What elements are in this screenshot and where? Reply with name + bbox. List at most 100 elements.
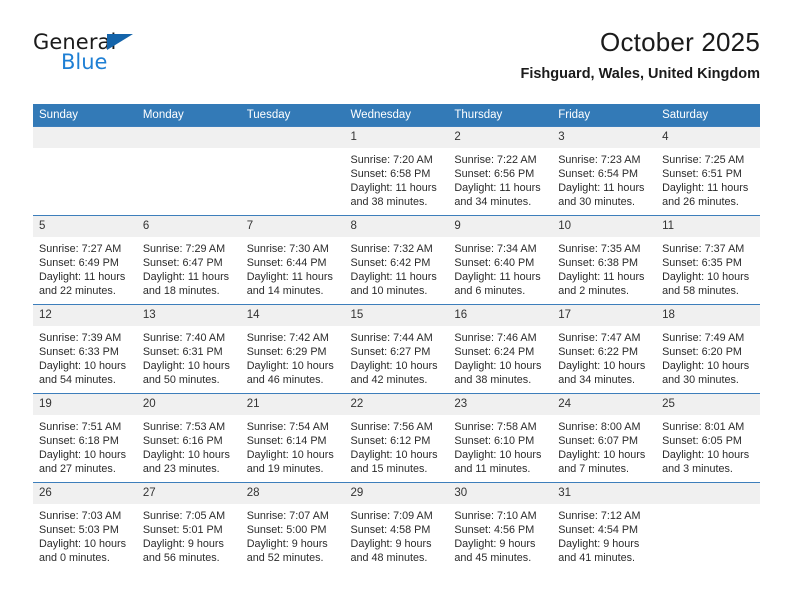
sunrise-text: Sunrise: 7:25 AM [662,153,745,166]
daylight-text-line2: and 42 minutes. [350,374,428,387]
sunrise-text: Sunrise: 8:01 AM [662,420,745,433]
day-number [656,483,760,504]
weekday-header-sunday: Sunday [33,104,137,127]
calendar-day-cell[interactable]: 16 Sunrise: 7:46 AM Sunset: 6:24 PM Dayligh… [448,304,553,394]
calendar-day-cell[interactable]: 11 Sunrise: 7:37 AM Sunset: 6:35 PM Dayligh… [656,215,760,305]
sunset-text: Sunset: 6:16 PM [142,434,223,447]
calendar-day-cell[interactable]: 1 Sunrise: 7:20 AM Sunset: 6:58 PM Daylight… [344,126,449,216]
sunrise-text: Sunrise: 7:37 AM [662,242,745,255]
sunrise-text: Sunrise: 7:53 AM [142,420,226,433]
day-number: 15 [344,305,449,326]
sunset-text: Sunset: 6:49 PM [39,256,119,269]
general-blue-logo[interactable]: General Blue [33,32,213,88]
calendar-day-cell[interactable]: 19 Sunrise: 7:51 AM Sunset: 6:18 PM Dayligh… [33,393,137,483]
sunrise-text: Sunrise: 7:27 AM [39,242,122,255]
sunrise-text: Sunrise: 7:12 AM [558,509,641,522]
daylight-text-line1: Daylight: 10 hours [39,360,127,373]
weekday-header-thursday: Thursday [448,104,553,127]
daylight-text-line2: and 52 minutes. [246,552,324,565]
daylight-text-line2: and 58 minutes. [662,285,739,298]
calendar-day-cell[interactable]: 24 Sunrise: 8:00 AM Sunset: 6:07 PM Dayligh… [552,393,657,483]
calendar-day-cell[interactable]: 14 Sunrise: 7:42 AM Sunset: 6:29 PM Dayligh… [240,304,345,394]
calendar-day-cell[interactable]: 17 Sunrise: 7:47 AM Sunset: 6:22 PM Dayligh… [552,304,657,394]
daylight-text-line1: Daylight: 11 hours [39,271,126,284]
calendar-day-cell[interactable]: 2 Sunrise: 7:22 AM Sunset: 6:56 PM Daylight… [448,126,553,216]
calendar-header-row: Sunday Monday Tuesday Wednesday Thursday Frid… [33,104,760,127]
calendar-day-cell[interactable]: 30 Sunrise: 7:10 AM Sunset: 4:56 PM Dayligh… [448,482,553,572]
calendar-day-cell[interactable]: 26 Sunrise: 7:03 AM Sunset: 5:03 PM Dayligh… [33,482,137,572]
calendar-day-cell[interactable]: 31 Sunrise: 7:12 AM Sunset: 4:54 PM Dayligh… [552,482,657,572]
calendar-page: General Blue October 2025 Fishguard, Wal… [0,0,792,612]
day-details: Sunrise: 8:00 AM Sunset: 6:07 PM Daylight:… [552,415,656,477]
sunrise-text: Sunrise: 7:07 AM [246,509,329,522]
sunrise-text: Sunrise: 7:44 AM [350,331,433,344]
calendar-day-cell[interactable]: 21 Sunrise: 7:54 AM Sunset: 6:14 PM Dayligh… [240,393,345,483]
sunset-text: Sunset: 6:58 PM [350,167,431,180]
day-details: Sunrise: 7:03 AM Sunset: 5:03 PM Daylight:… [33,504,137,566]
calendar-day-cell[interactable]: 5 Sunrise: 7:27 AM Sunset: 6:49 PM Daylight… [33,215,137,305]
daylight-text-line2: and 7 minutes. [558,463,630,476]
sunrise-text: Sunrise: 7:29 AM [142,242,226,255]
daylight-text-line1: Daylight: 11 hours [142,271,230,284]
logo-triangle-icon [107,34,133,50]
calendar-day-cell[interactable]: 29 Sunrise: 7:09 AM Sunset: 4:58 PM Dayligh… [344,482,449,572]
daylight-text-line2: and 3 minutes. [662,463,733,476]
daylight-text-line1: Daylight: 9 hours [454,538,536,551]
day-number: 23 [448,394,553,415]
sunset-text: Sunset: 6:33 PM [39,345,119,358]
calendar-day-cell[interactable]: 20 Sunrise: 7:53 AM Sunset: 6:16 PM Dayligh… [136,393,241,483]
sunset-text: Sunset: 6:56 PM [454,167,535,180]
calendar-day-cell[interactable]: 23 Sunrise: 7:58 AM Sunset: 6:10 PM Dayligh… [448,393,553,483]
calendar-day-cell[interactable]: 6 Sunrise: 7:29 AM Sunset: 6:47 PM Daylight… [136,215,241,305]
calendar-day-cell[interactable]: 3 Sunrise: 7:23 AM Sunset: 6:54 PM Daylight… [552,126,657,216]
daylight-text-line1: Daylight: 9 hours [142,538,224,551]
calendar-day-cell[interactable]: 9 Sunrise: 7:34 AM Sunset: 6:40 PM Daylight… [448,215,553,305]
daylight-text-line1: Daylight: 10 hours [39,538,127,551]
day-details: Sunrise: 7:25 AM Sunset: 6:51 PM Daylight:… [656,148,760,210]
calendar-day-cell[interactable]: 28 Sunrise: 7:07 AM Sunset: 5:00 PM Dayligh… [240,482,345,572]
calendar-day-cell[interactable]: 8 Sunrise: 7:32 AM Sunset: 6:42 PM Daylight… [344,215,449,305]
sunset-text: Sunset: 4:54 PM [558,523,639,536]
daylight-text-line1: Daylight: 10 hours [39,449,127,462]
day-number: 11 [656,216,760,237]
page-title: October 2025 [600,27,760,57]
day-number: 16 [448,305,553,326]
calendar-day-cell[interactable]: 12 Sunrise: 7:39 AM Sunset: 6:33 PM Dayligh… [33,304,137,394]
day-details: Sunrise: 7:53 AM Sunset: 6:16 PM Daylight:… [137,415,241,477]
daylight-text-line1: Daylight: 10 hours [454,360,542,373]
calendar-day-cell[interactable]: 22 Sunrise: 7:56 AM Sunset: 6:12 PM Dayligh… [344,393,449,483]
daylight-text-line2: and 48 minutes. [350,552,428,565]
day-details: Sunrise: 7:49 AM Sunset: 6:20 PM Daylight:… [656,326,760,388]
day-number: 12 [33,305,137,326]
calendar-day-cell[interactable]: 13 Sunrise: 7:40 AM Sunset: 6:31 PM Dayligh… [136,304,241,394]
calendar-day-cell[interactable]: 18 Sunrise: 7:49 AM Sunset: 6:20 PM Dayligh… [656,304,760,394]
daylight-text-line2: and 2 minutes. [558,285,630,298]
sunrise-text: Sunrise: 7:34 AM [454,242,537,255]
calendar-day-cell[interactable]: 27 Sunrise: 7:05 AM Sunset: 5:01 PM Dayligh… [136,482,241,572]
daylight-text-line2: and 38 minutes. [350,196,428,209]
calendar-day-cell[interactable]: 15 Sunrise: 7:44 AM Sunset: 6:27 PM Dayligh… [344,304,449,394]
sunset-text: Sunset: 4:58 PM [350,523,431,536]
day-details: Sunrise: 7:12 AM Sunset: 4:54 PM Daylight:… [552,504,656,566]
day-number: 24 [552,394,657,415]
sunset-text: Sunset: 6:10 PM [454,434,535,447]
day-number: 4 [656,127,760,148]
sunset-text: Sunset: 6:35 PM [662,256,742,269]
calendar-day-cell[interactable]: 4 Sunrise: 7:25 AM Sunset: 6:51 PM Daylight… [656,126,760,216]
sunrise-text: Sunrise: 7:32 AM [350,242,433,255]
calendar-day-cell[interactable]: 25 Sunrise: 8:01 AM Sunset: 6:05 PM Dayligh… [656,393,760,483]
weekday-header-tuesday: Tuesday [240,104,345,127]
day-number: 7 [240,216,345,237]
sunrise-text: Sunrise: 7:30 AM [246,242,329,255]
calendar-day-cell[interactable]: 10 Sunrise: 7:35 AM Sunset: 6:38 PM Dayligh… [552,215,657,305]
daylight-text-line1: Daylight: 10 hours [246,449,334,462]
calendar-day-cell[interactable]: 7 Sunrise: 7:30 AM Sunset: 6:44 PM Daylight… [240,215,345,305]
daylight-text-line2: and 22 minutes. [39,285,116,298]
daylight-text-line2: and 19 minutes. [246,463,324,476]
daylight-text-line1: Daylight: 10 hours [142,360,230,373]
day-details: Sunrise: 7:09 AM Sunset: 4:58 PM Daylight:… [345,504,449,566]
daylight-text-line2: and 15 minutes. [350,463,428,476]
daylight-text-line2: and 10 minutes. [350,285,428,298]
daylight-text-line2: and 23 minutes. [142,463,220,476]
sunset-text: Sunset: 5:03 PM [39,523,119,536]
